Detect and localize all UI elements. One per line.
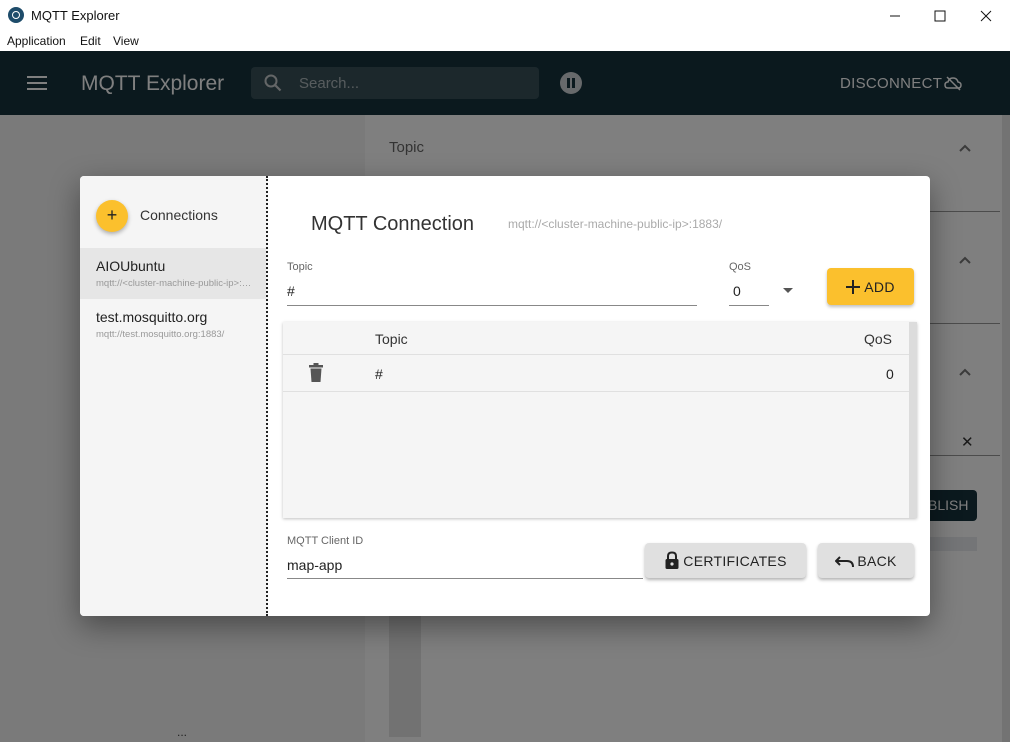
connection-name: AIOUbuntu [96,258,266,274]
app-logo-icon [8,7,24,23]
add-label: ADD [864,279,894,295]
window-titlebar: MQTT Explorer [0,0,1010,31]
connection-url-display: mqtt://<cluster-machine-public-ip>:1883/ [508,217,722,231]
minimize-button[interactable] [872,0,918,31]
connection-name: test.mosquitto.org [96,309,266,325]
qos-select[interactable]: 0 [733,283,741,299]
undo-icon [835,554,855,568]
connections-sidebar: + Connections AIOUbuntu mqtt://<cluster-… [80,176,268,616]
trash-icon[interactable] [309,363,323,382]
connections-label: Connections [140,207,218,223]
client-id-underline [287,578,643,579]
topic-input[interactable]: # [287,283,295,299]
add-connection-button[interactable]: + [96,200,128,232]
lock-icon [664,551,680,570]
row-qos: 0 [886,366,894,382]
menu-edit[interactable]: Edit [80,34,101,48]
back-label: BACK [857,553,896,569]
client-id-label: MQTT Client ID [287,535,363,547]
subscriptions-table: Topic QoS # 0 [283,322,917,518]
row-divider [283,391,909,392]
chevron-down-icon[interactable] [783,288,793,293]
column-header-topic: Topic [375,331,408,347]
connection-item[interactable]: test.mosquitto.org mqtt://test.mosquitto… [80,299,266,350]
connection-url: mqtt://<cluster-machine-public-ip>:1883/ [96,278,252,289]
menu-view[interactable]: View [113,34,139,48]
modal-backdrop-header [0,51,1010,115]
row-topic: # [375,366,383,382]
table-scrollbar[interactable] [909,322,917,518]
dialog-title: MQTT Connection [311,213,474,236]
back-button[interactable]: BACK [818,543,914,578]
certificates-label: CERTIFICATES [683,553,786,569]
add-subscription-button[interactable]: ADD [827,268,914,305]
close-button[interactable] [963,0,1009,31]
menu-application[interactable]: Application [7,34,66,48]
maximize-button[interactable] [917,0,963,31]
topic-underline [287,305,697,306]
topic-field-label: Topic [287,261,313,273]
qos-underline [729,305,769,306]
column-header-qos: QoS [864,331,892,347]
qos-field-label: QoS [729,261,751,273]
window-title: MQTT Explorer [31,8,120,23]
connection-item[interactable]: AIOUbuntu mqtt://<cluster-machine-public… [80,248,266,299]
connection-url: mqtt://test.mosquitto.org:1883/ [96,329,252,340]
certificates-button[interactable]: CERTIFICATES [645,543,806,578]
menu-bar: Application Edit View [0,31,1010,51]
client-id-input[interactable]: map-app [287,557,342,573]
plus-icon [846,280,860,294]
header-divider [283,354,909,355]
